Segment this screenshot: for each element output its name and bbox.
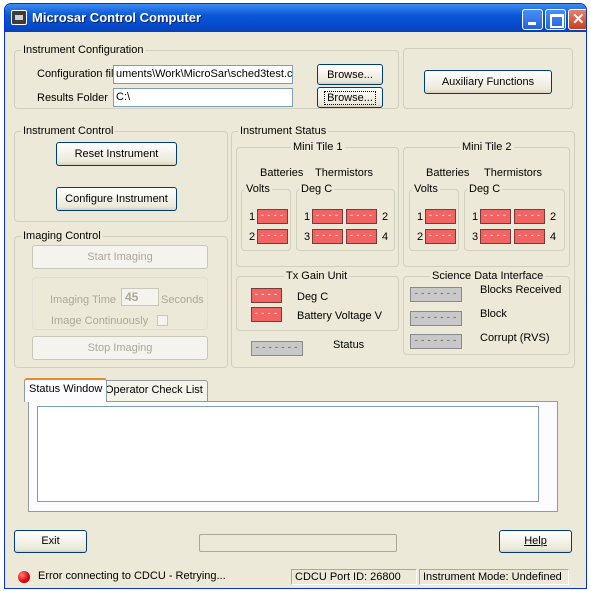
tile1-volts-legend: Volts	[246, 183, 270, 195]
block-indicator: -------	[410, 311, 462, 326]
browse-config-label: Browse...	[327, 69, 373, 81]
tile2-volt-2-led: ----	[425, 229, 456, 244]
science-data-interface-legend: Science Data Interface	[432, 270, 544, 282]
imaging-time-value: 45	[125, 290, 139, 304]
tile2-temp-1-led: ----	[480, 209, 511, 224]
tx-gain-degc-label: Deg C	[297, 291, 329, 303]
help-button[interactable]: Help	[499, 530, 572, 553]
tab-operator-check-list[interactable]: Operator Check List	[100, 380, 208, 401]
tile1-volt-1-led: ----	[257, 209, 288, 224]
status-bar: Error connecting to CDCU - Retrying... C…	[5, 563, 586, 588]
mini-tile-1-legend: Mini Tile 1	[293, 141, 343, 153]
browse-results-button[interactable]: Browse...	[317, 87, 383, 108]
close-icon: ✕	[572, 11, 585, 28]
minimize-button[interactable]	[522, 9, 543, 30]
instrument-status-legend: Instrument Status	[240, 125, 327, 137]
tile2-volts-legend: Volts	[414, 183, 438, 195]
tile2-volt-2-label: 2	[417, 231, 424, 243]
corrupt-label: Corrupt (RVS)	[480, 332, 550, 344]
tab-status-window[interactable]: Status Window	[24, 378, 108, 402]
close-button[interactable]: ✕	[568, 9, 586, 30]
tile2-temp-2-led: ----	[514, 209, 545, 224]
tile1-temp-2-label: 2	[382, 211, 389, 223]
mini-tile-2-legend: Mini Tile 2	[462, 141, 512, 153]
blocks-received-label: Blocks Received	[480, 284, 562, 296]
configure-instrument-button[interactable]: Configure Instrument	[56, 187, 177, 211]
app-icon[interactable]	[11, 10, 27, 25]
error-indicator-icon	[18, 571, 30, 583]
tile1-temp-1-led: ----	[312, 209, 343, 224]
window-title: Microsar Control Computer	[32, 10, 202, 25]
tx-gain-degc-led: ----	[251, 288, 282, 303]
tile2-degc-legend: Deg C	[469, 183, 501, 195]
tile2-batteries-label: Batteries	[426, 167, 470, 179]
corrupt-indicator: -------	[410, 334, 462, 349]
config-file-label: Configuration file	[37, 68, 120, 80]
tile1-temp-3-led: ----	[312, 229, 343, 244]
tile1-temp-4-label: 4	[382, 231, 389, 243]
instrument-control-legend: Instrument Control	[23, 125, 114, 137]
status-indicator: -------	[251, 341, 303, 356]
auxiliary-functions-button[interactable]: Auxiliary Functions	[424, 70, 552, 94]
instrument-configuration-legend: Instrument Configuration	[23, 44, 144, 56]
blocks-received-indicator: -------	[410, 287, 462, 302]
results-folder-field[interactable]: C:\	[113, 88, 293, 107]
maximize-button[interactable]	[545, 9, 566, 30]
tile2-temp-2-label: 2	[550, 211, 557, 223]
imaging-time-label: Imaging Time	[50, 294, 117, 306]
tile1-temp-2-led: ----	[346, 209, 377, 224]
tile2-temp-3-led: ----	[480, 229, 511, 244]
browse-results-label: Browse...	[324, 91, 376, 105]
tx-gain-battery-label: Battery Voltage V	[297, 310, 382, 322]
cdcu-port-id: CDCU Port ID: 26800	[291, 569, 417, 585]
imaging-control-legend: Imaging Control	[23, 230, 101, 242]
tile2-thermistors-label: Thermistors	[484, 167, 543, 179]
tile1-temp-3-label: 3	[304, 231, 311, 243]
tile2-temp-1-label: 1	[472, 211, 479, 223]
tx-gain-battery-led: ----	[251, 307, 282, 322]
tile1-degc-legend: Deg C	[301, 183, 333, 195]
tile1-volt-2-label: 2	[249, 231, 256, 243]
tile1-thermistors-label: Thermistors	[315, 167, 374, 179]
exit-button[interactable]: Exit	[14, 530, 87, 553]
block-label: Block	[480, 308, 507, 320]
tx-gain-unit-legend: Tx Gain Unit	[286, 270, 348, 282]
tile2-temp-3-label: 3	[472, 231, 479, 243]
progress-bar	[199, 534, 397, 552]
tile1-volt-2-led: ----	[257, 229, 288, 244]
status-window-panel	[28, 401, 558, 512]
config-file-field[interactable]: uments\Work\MicroSar\sched3test.cfg	[113, 65, 293, 84]
reset-instrument-button[interactable]: Reset Instrument	[56, 142, 177, 166]
image-continuously-checkbox[interactable]	[157, 315, 168, 326]
start-imaging-button[interactable]: Start Imaging	[32, 245, 208, 269]
title-bar[interactable]: Microsar Control Computer ✕	[5, 4, 586, 32]
imaging-time-stepper[interactable]: 45	[121, 288, 159, 306]
instrument-mode: Instrument Mode: Undefined	[419, 569, 569, 585]
tile1-temp-1-label: 1	[304, 211, 311, 223]
status-label: Status	[333, 339, 365, 351]
results-folder-label: Results Folder	[37, 92, 108, 104]
tile1-temp-4-led: ----	[346, 229, 377, 244]
seconds-label: Seconds	[161, 294, 204, 306]
tile2-temp-4-label: 4	[550, 231, 557, 243]
browse-config-button[interactable]: Browse...	[317, 64, 383, 85]
status-window-textarea[interactable]	[37, 406, 539, 502]
tile2-temp-4-led: ----	[514, 229, 545, 244]
tile1-volt-1-label: 1	[249, 211, 256, 223]
tile2-volt-1-led: ----	[425, 209, 456, 224]
main-window: Microsar Control Computer ✕ Instrument C…	[4, 3, 587, 589]
status-message: Error connecting to CDCU - Retrying...	[38, 570, 226, 582]
tile1-batteries-label: Batteries	[260, 167, 304, 179]
image-continuously-label: Image Continuously	[51, 315, 149, 327]
tile2-volt-1-label: 1	[417, 211, 424, 223]
stop-imaging-button[interactable]: Stop Imaging	[32, 336, 208, 360]
